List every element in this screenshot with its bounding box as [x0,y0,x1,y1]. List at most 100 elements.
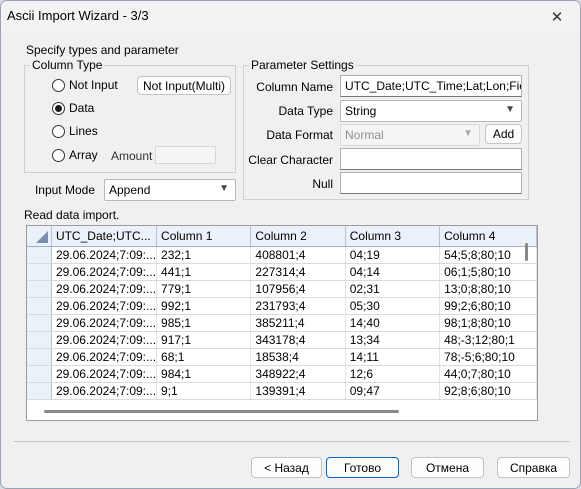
table-cell[interactable]: 44;0;7;80;10 [439,365,537,383]
row-header[interactable] [27,314,52,332]
table-cell[interactable]: 227314;4 [250,263,346,281]
row-header[interactable] [27,348,52,366]
table-cell[interactable]: 29.06.2024;7:09:... [51,348,158,366]
table-row[interactable]: 29.06.2024;7:09:... 441;1 227314;4 04;14 06;… [27,263,537,281]
table-row[interactable]: 29.06.2024;7:09:... 779;1 107956;4 02;31 13;… [27,280,537,298]
input-mode-select[interactable]: Append ▼ [104,179,236,201]
add-button[interactable]: Add [485,124,522,144]
table-cell[interactable]: 98;1;8;80;10 [439,314,537,332]
table-cell[interactable]: 92;8;6;80;10 [439,382,537,400]
table-cell[interactable]: 14;40 [345,314,441,332]
row-header[interactable] [27,382,52,400]
table-cell[interactable]: 107956;4 [250,280,346,298]
table-cell[interactable]: 348922;4 [250,365,346,383]
table-cell[interactable]: 09;47 [345,382,441,400]
column-header[interactable]: Column 2 [250,226,346,247]
table-cell[interactable]: 29.06.2024;7:09:... [51,382,158,400]
data-preview-grid[interactable]: UTC_Date;UTC... Column 1 Column 2 Column… [26,225,538,421]
table-cell[interactable]: 985;1 [156,314,252,332]
table-cell[interactable]: 04;14 [345,263,441,281]
table-cell[interactable]: 12;6 [345,365,441,383]
column-header[interactable]: Column 4 [439,226,537,247]
table-cell[interactable]: 18538;4 [250,348,346,366]
spec-heading: Specify types and parameter [26,43,179,57]
radio-array[interactable]: Array [52,148,98,162]
table-cell[interactable]: 29.06.2024;7:09:... [51,280,158,298]
table-cell[interactable]: 54;5;8;80;10 [439,246,537,264]
data-format-select[interactable]: Normal ▼ [340,124,480,146]
column-header[interactable]: Column 1 [156,226,252,247]
table-cell[interactable]: 408801;4 [250,246,346,264]
table-cell[interactable]: 29.06.2024;7:09:... [51,314,158,332]
horizontal-scrollbar[interactable] [44,410,399,413]
table-cell[interactable]: 14;11 [345,348,441,366]
table-cell[interactable]: 779;1 [156,280,252,298]
radio-label: Not Input [69,78,118,92]
amount-input[interactable] [155,146,216,164]
table-cell[interactable]: 78;-5;6;80;10 [439,348,537,366]
cancel-button[interactable]: Отмена [411,457,484,478]
table-cell[interactable]: 02;31 [345,280,441,298]
table-cell[interactable]: 343178;4 [250,331,346,349]
close-icon[interactable]: ✕ [534,1,580,32]
null-input[interactable] [340,172,522,194]
table-cell[interactable]: 9;1 [156,382,252,400]
data-type-select[interactable]: String ▼ [340,100,522,122]
row-header[interactable] [27,365,52,383]
row-header[interactable] [27,246,52,264]
table-row[interactable]: 29.06.2024;7:09:... 68;1 18538;4 14;11 78;-5… [27,348,537,366]
column-name-label: Column Name [256,80,333,94]
row-header[interactable] [27,297,52,315]
table-row[interactable]: 29.06.2024;7:09:... 232;1 408801;4 04;19 54;… [27,246,537,264]
row-header[interactable] [27,263,52,281]
not-input-multi-button[interactable]: Not Input(Multi) [137,76,231,95]
table-cell[interactable]: 984;1 [156,365,252,383]
table-cell[interactable]: 29.06.2024;7:09:... [51,331,158,349]
table-cell[interactable]: 05;30 [345,297,441,315]
table-cell[interactable]: 48;-3;12;80;1 [439,331,537,349]
row-header[interactable] [27,280,52,298]
table-cell[interactable]: 04;19 [345,246,441,264]
table-cell[interactable]: 917;1 [156,331,252,349]
read-data-caption: Read data import. [24,208,120,222]
table-cell[interactable]: 29.06.2024;7:09:... [51,365,158,383]
table-cell[interactable]: 441;1 [156,263,252,281]
table-cell[interactable]: 29.06.2024;7:09:... [51,297,158,315]
select-all-corner[interactable] [27,226,52,247]
radio-not-input[interactable]: Not Input [52,78,118,92]
data-format-value: Normal [345,128,384,142]
table-cell[interactable]: 29.06.2024;7:09:... [51,263,158,281]
help-button[interactable]: Справка [497,457,570,478]
table-row[interactable]: 29.06.2024;7:09:... 984;1 348922;4 12;6 44;0… [27,365,537,383]
parameter-settings-legend: Parameter Settings [249,58,356,72]
column-header[interactable]: UTC_Date;UTC... [51,226,158,247]
table-cell[interactable]: 68;1 [156,348,252,366]
vertical-scrollbar[interactable] [525,243,528,261]
radio-circle [52,124,65,138]
chevron-down-icon: ▼ [219,183,229,194]
window-title: Ascii Import Wizard - 3/3 [7,8,149,23]
radio-lines[interactable]: Lines [52,124,98,138]
table-cell[interactable]: 13;34 [345,331,441,349]
data-table: UTC_Date;UTC... Column 1 Column 2 Column… [27,226,537,400]
radio-data[interactable]: Data [52,101,94,115]
column-header[interactable]: Column 3 [345,226,441,247]
table-cell[interactable]: 232;1 [156,246,252,264]
row-header[interactable] [27,331,52,349]
done-button[interactable]: Готово [326,457,399,478]
table-cell[interactable]: 13;0;8;80;10 [439,280,537,298]
table-cell[interactable]: 231793;4 [250,297,346,315]
table-cell[interactable]: 139391;4 [250,382,346,400]
table-row[interactable]: 29.06.2024;7:09:... 985;1 385211;4 14;40 98;… [27,314,537,332]
table-cell[interactable]: 29.06.2024;7:09:... [51,246,158,264]
table-cell[interactable]: 992;1 [156,297,252,315]
table-cell[interactable]: 99;2;6;80;10 [439,297,537,315]
table-cell[interactable]: 06;1;5;80;10 [439,263,537,281]
table-row[interactable]: 29.06.2024;7:09:... 9;1 139391;4 09;47 92;8;… [27,382,537,400]
table-row[interactable]: 29.06.2024;7:09:... 917;1 343178;4 13;34 48;… [27,331,537,349]
clear-character-input[interactable] [340,148,522,170]
table-row[interactable]: 29.06.2024;7:09:... 992;1 231793;4 05;30 99;… [27,297,537,315]
back-button[interactable]: < Назад [251,457,322,478]
column-name-input[interactable]: UTC_Date;UTC_Time;Lat;Lon;Field;Ele [340,75,522,97]
table-cell[interactable]: 385211;4 [250,314,346,332]
